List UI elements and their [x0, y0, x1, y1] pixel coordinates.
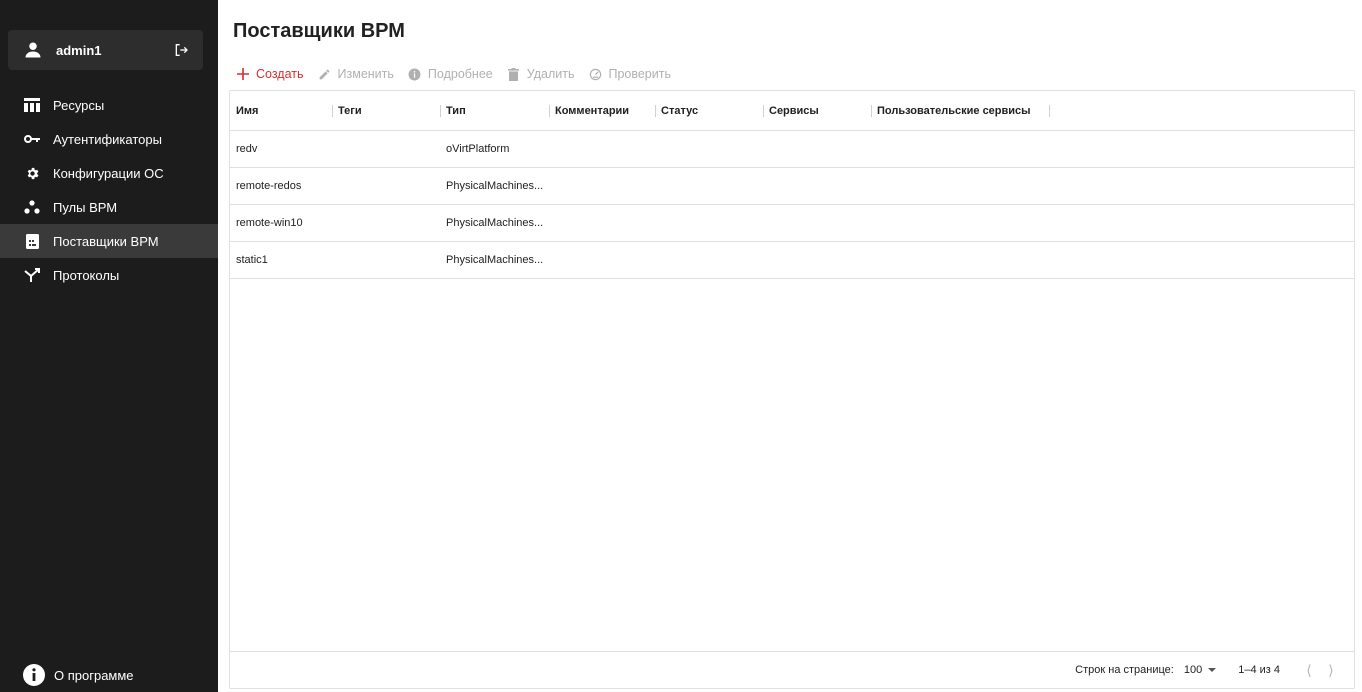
user-name: admin1: [56, 42, 102, 58]
edit-button[interactable]: Изменить: [318, 67, 394, 81]
user-icon: [24, 41, 42, 59]
table-row[interactable]: remote-win10 PhysicalMachines...: [230, 205, 1354, 242]
cell-type: PhysicalMachines...: [446, 217, 544, 229]
protocol-icon: [24, 267, 40, 283]
delete-label: Удалить: [526, 67, 575, 81]
column-separator: [871, 104, 872, 117]
rows-per-page-select[interactable]: 100: [1183, 664, 1217, 676]
pools-icon: [24, 199, 40, 215]
check-button[interactable]: Проверить: [588, 67, 671, 81]
trash-icon: [507, 67, 521, 81]
rows-per-page-value: 100: [1183, 664, 1203, 676]
sidebar-item-label: Ресурсы: [53, 97, 105, 113]
column-header-services[interactable]: Сервисы: [763, 91, 871, 131]
column-header-tags[interactable]: Теги: [332, 91, 440, 131]
providers-table: Имя Теги Тип Комментарии Статус Сервисы …: [229, 90, 1355, 689]
sidebar-item-os-configs[interactable]: Конфигурации ОС: [0, 156, 218, 190]
rows-per-page-label: Строк на странице:: [1075, 664, 1174, 676]
info-icon: [22, 663, 46, 687]
sidebar-item-label: Пулы ВРМ: [53, 199, 118, 215]
prev-page-icon[interactable]: ⟨: [1298, 662, 1320, 679]
about-label: О программе: [54, 667, 134, 683]
speedometer-icon: [588, 67, 602, 81]
gear-icon: [24, 165, 40, 181]
pagination: Строк на странице: 100 1–4 из 4 ⟨ ⟩: [230, 651, 1354, 688]
provider-icon: [24, 233, 40, 249]
sidebar-item-label: Аутентификаторы: [53, 131, 162, 147]
edit-label: Изменить: [337, 67, 394, 81]
cell-name: redv: [236, 143, 258, 155]
delete-button[interactable]: Удалить: [507, 67, 575, 81]
about-link[interactable]: О программе: [0, 658, 218, 692]
sidebar: admin1 Ресурсы Аутентификаторы Конфигура…: [0, 0, 218, 692]
table-header: Имя Теги Тип Комментарии Статус Сервисы …: [230, 91, 1354, 131]
sidebar-item-providers[interactable]: Поставщики ВРМ: [0, 224, 218, 258]
create-label: Создать: [256, 67, 304, 81]
user-card: admin1: [8, 30, 203, 70]
page-range: 1–4 из 4: [1238, 664, 1280, 676]
column-header-user-services[interactable]: Пользовательские сервисы: [871, 91, 1049, 131]
logout-icon[interactable]: [171, 40, 191, 60]
table-row[interactable]: redv oVirtPlatform: [230, 131, 1354, 168]
sidebar-item-resources[interactable]: Ресурсы: [0, 88, 218, 122]
cell-name: static1: [236, 254, 268, 266]
cell-type: PhysicalMachines...: [446, 180, 544, 192]
column-separator: [655, 104, 656, 117]
page-title: Поставщики ВРМ: [233, 20, 405, 42]
pencil-icon: [318, 67, 332, 81]
table-icon: [24, 97, 40, 113]
details-button[interactable]: Подробнее: [408, 67, 493, 81]
sidebar-item-pools[interactable]: Пулы ВРМ: [0, 190, 218, 224]
sidebar-item-protocols[interactable]: Протоколы: [0, 258, 218, 292]
details-label: Подробнее: [427, 67, 493, 81]
column-header-type[interactable]: Тип: [440, 91, 549, 131]
check-label: Проверить: [608, 67, 671, 81]
cell-name: remote-win10: [236, 217, 303, 229]
sidebar-item-label: Протоколы: [53, 267, 120, 283]
table-row[interactable]: remote-redos PhysicalMachines...: [230, 168, 1354, 205]
column-header-comments[interactable]: Комментарии: [549, 91, 655, 131]
column-separator: [549, 104, 550, 117]
column-header-name[interactable]: Имя: [230, 91, 332, 131]
column-separator: [763, 104, 764, 117]
column-separator: [332, 104, 333, 117]
sidebar-item-authenticators[interactable]: Аутентификаторы: [0, 122, 218, 156]
table-row[interactable]: static1 PhysicalMachines...: [230, 242, 1354, 279]
info-icon: [408, 67, 422, 81]
column-separator: [1049, 104, 1050, 117]
cell-name: remote-redos: [236, 180, 302, 192]
sidebar-item-label: Конфигурации ОС: [53, 165, 164, 181]
sidebar-nav: Ресурсы Аутентификаторы Конфигурации ОС …: [0, 88, 218, 292]
column-header-status[interactable]: Статус: [655, 91, 763, 131]
main-content: Поставщики ВРМ Создать Изменить Подробне…: [218, 0, 1362, 692]
cell-type: PhysicalMachines...: [446, 254, 544, 266]
key-icon: [24, 131, 40, 147]
column-separator: [440, 104, 441, 117]
toolbar: Создать Изменить Подробнее Удалить Прове…: [236, 64, 685, 84]
create-button[interactable]: Создать: [236, 67, 304, 81]
sidebar-item-label: Поставщики ВРМ: [53, 233, 159, 249]
plus-icon: [236, 67, 250, 81]
next-page-icon[interactable]: ⟩: [1320, 662, 1342, 679]
chevron-down-icon: [1208, 668, 1217, 672]
cell-type: oVirtPlatform: [446, 143, 510, 155]
